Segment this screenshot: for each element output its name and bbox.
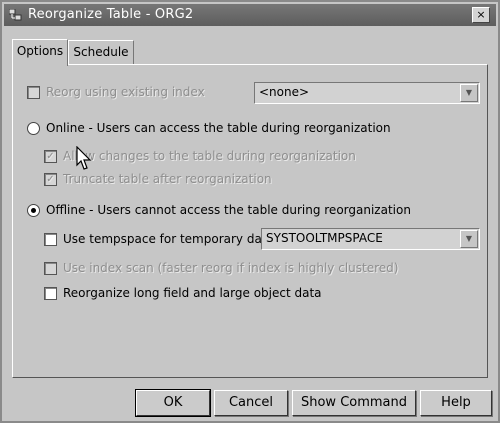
chevron-down-icon[interactable]: ▼	[460, 84, 478, 102]
tempspace-select-value: SYSTOOLTMPSPACE	[266, 231, 383, 245]
offline-radio-row[interactable]: Offline - Users cannot access the table …	[27, 203, 411, 217]
index-scan-checkbox[interactable]	[44, 261, 57, 275]
index-scan-checkbox-row[interactable]: Use index scan (faster reorg if index is…	[44, 261, 398, 275]
offline-label: Offline - Users cannot access the table …	[46, 203, 411, 217]
options-panel: Reorg using existing index <none> ▼ Onli…	[12, 64, 488, 378]
app-icon	[9, 9, 22, 21]
radio-selected-dot	[31, 207, 36, 213]
long-field-checkbox[interactable]	[44, 286, 57, 300]
offline-radio[interactable]	[27, 203, 40, 217]
tempspace-checkbox[interactable]	[44, 232, 57, 246]
tab-options-label: Options	[16, 44, 64, 58]
dialog-window: Reorganize Table - ORG2 × Options Schedu…	[0, 0, 500, 423]
title-bar: Reorganize Table - ORG2 ×	[4, 4, 496, 26]
allow-changes-checkbox[interactable]: ✓	[44, 149, 57, 163]
chevron-down-icon[interactable]: ▼	[460, 230, 478, 248]
online-label: Online - Users can access the table duri…	[46, 121, 391, 135]
index-scan-label: Use index scan (faster reorg if index is…	[63, 261, 399, 275]
online-radio-row[interactable]: Online - Users can access the table duri…	[27, 121, 391, 135]
reorg-index-checkbox-row[interactable]: Reorg using existing index	[27, 85, 205, 99]
index-select-value: <none>	[259, 85, 310, 99]
index-select[interactable]: <none> ▼	[254, 82, 480, 104]
tab-schedule-label: Schedule	[73, 45, 129, 59]
tab-schedule[interactable]: Schedule	[68, 40, 134, 65]
ok-button[interactable]: OK	[135, 389, 211, 417]
mouse-pointer-icon	[76, 146, 92, 170]
close-icon: ×	[476, 8, 486, 21]
truncate-checkbox[interactable]: ✓	[44, 172, 57, 186]
reorg-index-label: Reorg using existing index	[46, 85, 205, 99]
cancel-button[interactable]: Cancel	[214, 390, 288, 416]
truncate-checkbox-row[interactable]: ✓ Truncate table after reorganization	[44, 172, 272, 186]
truncate-label: Truncate table after reorganization	[63, 172, 272, 186]
show-command-button[interactable]: Show Command	[292, 390, 416, 416]
tempspace-checkbox-row[interactable]: Use tempspace for temporary data	[44, 232, 274, 246]
tab-options[interactable]: Options	[12, 39, 68, 66]
long-field-label: Reorganize long field and large object d…	[63, 286, 322, 300]
reorg-index-checkbox[interactable]	[27, 85, 40, 99]
help-button[interactable]: Help	[420, 390, 492, 416]
tempspace-label: Use tempspace for temporary data	[63, 232, 274, 246]
long-field-checkbox-row[interactable]: Reorganize long field and large object d…	[44, 286, 322, 300]
window-title: Reorganize Table - ORG2	[28, 7, 194, 22]
tempspace-select[interactable]: SYSTOOLTMPSPACE ▼	[261, 228, 480, 250]
close-button[interactable]: ×	[472, 7, 490, 23]
allow-changes-label: Allow changes to the table during reorga…	[63, 149, 356, 163]
online-radio[interactable]	[27, 121, 40, 135]
